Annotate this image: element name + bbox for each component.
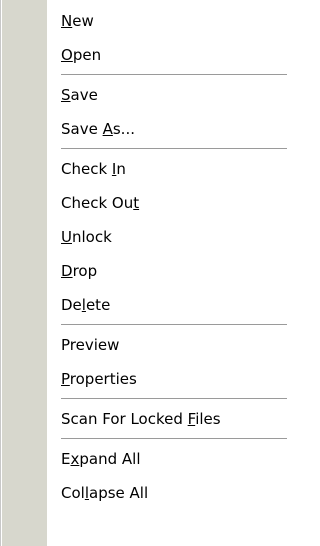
menu-separator: [61, 324, 287, 325]
menu-item-scan-for-locked-files[interactable]: Scan For Locked Files: [61, 402, 287, 436]
menu-item-delete[interactable]: Delete: [61, 288, 287, 322]
menu-item-save-as[interactable]: Save As...: [61, 112, 287, 146]
menu-item-new[interactable]: New: [61, 4, 287, 38]
menu-item-drop[interactable]: Drop: [61, 254, 287, 288]
menu-item-properties[interactable]: Properties: [61, 362, 287, 396]
menu-separator: [61, 74, 287, 75]
menu-separator: [61, 148, 287, 149]
menu-item-expand-all[interactable]: Expand All: [61, 442, 287, 476]
menu-item-unlock[interactable]: Unlock: [61, 220, 287, 254]
menu-item-check-in[interactable]: Check In: [61, 152, 287, 186]
icon-gutter: [2, 0, 47, 546]
menu-item-preview[interactable]: Preview: [61, 328, 287, 362]
context-menu: New Open Save Save As... Check In Check Out Un…: [0, 0, 287, 546]
menu-item-open[interactable]: Open: [61, 38, 287, 72]
menu-separator: [61, 438, 287, 439]
menu-item-save[interactable]: Save: [61, 78, 287, 112]
menu-item-check-out[interactable]: Check Out: [61, 186, 287, 220]
menu-separator: [61, 398, 287, 399]
menu-item-collapse-all[interactable]: Collapse All: [61, 476, 287, 510]
